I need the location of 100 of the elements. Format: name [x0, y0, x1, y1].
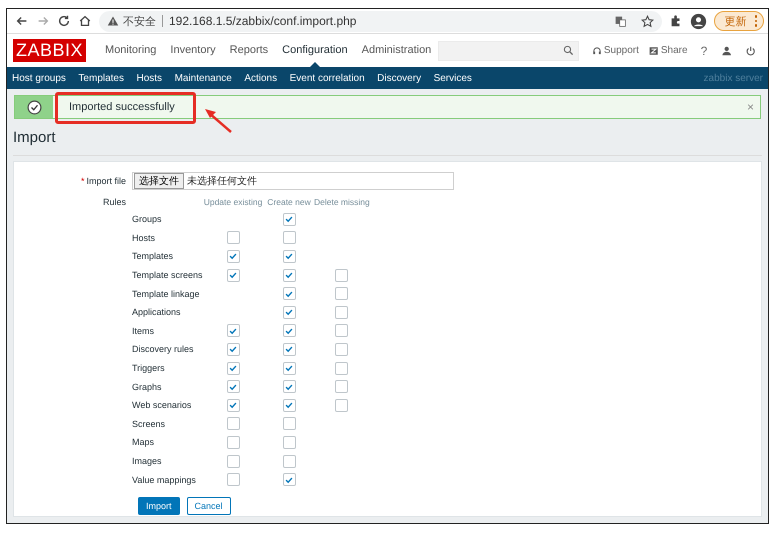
- checkbox[interactable]: [334, 287, 348, 300]
- check-icon: [228, 344, 238, 354]
- message-text: Imported successfully: [69, 101, 175, 113]
- import-button[interactable]: Import: [138, 496, 180, 515]
- share-icon: [648, 46, 659, 56]
- checkbox[interactable]: [226, 250, 240, 263]
- check-icon: [228, 251, 238, 262]
- user-icon[interactable]: [721, 44, 733, 56]
- field-label: Rules: [102, 197, 126, 207]
- checkbox[interactable]: [282, 436, 296, 449]
- check-icon: [228, 363, 238, 374]
- check-icon: [284, 363, 294, 374]
- checkbox[interactable]: [334, 362, 348, 375]
- checkbox[interactable]: [334, 342, 348, 356]
- checkbox[interactable]: [334, 268, 348, 282]
- checkbox[interactable]: [282, 324, 296, 338]
- rule-label: Applications: [132, 307, 182, 318]
- checkbox[interactable]: [334, 398, 348, 412]
- rule-label: Items: [132, 326, 156, 336]
- rule-label: Groups: [132, 214, 163, 224]
- checkbox[interactable]: [334, 306, 348, 319]
- check-icon: [284, 400, 294, 410]
- submenu-item[interactable]: Discovery: [377, 72, 422, 84]
- submenu-item[interactable]: Templates: [78, 72, 124, 84]
- check-icon: [284, 307, 294, 318]
- check-icon: [284, 344, 294, 354]
- logo[interactable]: ZABBIX: [13, 39, 86, 62]
- update-button[interactable]: 更新: [714, 11, 764, 31]
- checkbox[interactable]: [282, 398, 296, 412]
- checkbox[interactable]: [282, 362, 296, 375]
- check-icon: [228, 400, 238, 410]
- rule-label: Triggers: [132, 363, 166, 374]
- menu-tab[interactable]: Inventory: [170, 34, 216, 67]
- rule-label: Hosts: [132, 232, 156, 243]
- check-icon: [284, 251, 294, 262]
- menu-tab[interactable]: Administration: [362, 34, 432, 67]
- rule-label: Template screens: [132, 270, 202, 280]
- column-header: Create new: [266, 197, 312, 207]
- submenu-item[interactable]: Event correlation: [290, 72, 365, 84]
- server-name: zabbix server: [704, 72, 763, 84]
- file-status: 未选择任何文件: [187, 174, 257, 188]
- back-icon[interactable]: [15, 14, 29, 28]
- address-bar[interactable]: 不安全 192.168.1.5/zabbix/conf.import.php: [99, 10, 662, 32]
- rule-label: Discovery rules: [132, 344, 195, 354]
- checkbox[interactable]: [282, 454, 296, 468]
- checkbox[interactable]: [226, 473, 240, 486]
- rule-label: Graphs: [132, 382, 163, 392]
- checkbox[interactable]: [226, 231, 240, 244]
- rule-label: Screens: [132, 418, 166, 429]
- submenu-item[interactable]: Actions: [244, 72, 278, 84]
- submenu-item[interactable]: Host groups: [12, 72, 66, 84]
- checkbox[interactable]: [282, 417, 296, 430]
- checkbox[interactable]: [282, 342, 296, 356]
- checkbox[interactable]: [282, 231, 296, 244]
- checkbox[interactable]: [226, 362, 240, 375]
- checkbox[interactable]: [226, 454, 240, 468]
- translate-icon[interactable]: [614, 14, 626, 28]
- rule-label: Template linkage: [132, 288, 201, 299]
- checkbox[interactable]: [226, 398, 240, 412]
- checkbox[interactable]: [282, 306, 296, 319]
- checkbox[interactable]: [282, 268, 296, 282]
- checkbox[interactable]: [282, 380, 296, 394]
- checkbox[interactable]: [282, 250, 296, 263]
- help-link[interactable]: ?: [700, 44, 708, 58]
- checkbox[interactable]: [226, 324, 240, 338]
- headset-icon: [592, 46, 602, 56]
- submenu-item[interactable]: Hosts: [136, 72, 162, 84]
- checkbox[interactable]: [282, 287, 296, 300]
- support-link[interactable]: Support: [592, 45, 639, 56]
- checkbox[interactable]: [226, 436, 240, 449]
- choose-file-button[interactable]: 选择文件: [134, 173, 184, 189]
- checkbox[interactable]: [226, 417, 240, 430]
- checkbox[interactable]: [226, 380, 240, 394]
- submenu-item[interactable]: Services: [434, 72, 472, 84]
- arrow-drawing: [203, 108, 233, 134]
- rule-label: Templates: [132, 251, 174, 262]
- menu-tab[interactable]: Configuration: [282, 34, 348, 67]
- rule-label: Value mappings: [132, 474, 197, 485]
- cancel-button[interactable]: Cancel: [186, 496, 231, 515]
- home-icon[interactable]: [78, 14, 92, 28]
- share-link[interactable]: Share: [648, 45, 688, 56]
- checkbox[interactable]: [282, 212, 296, 226]
- checkbox[interactable]: [334, 380, 348, 394]
- profile-icon[interactable]: [690, 12, 706, 30]
- menu-tab[interactable]: Monitoring: [105, 34, 156, 67]
- search-field[interactable]: [438, 40, 579, 60]
- power-icon[interactable]: [744, 44, 756, 56]
- checkbox[interactable]: [282, 473, 296, 486]
- checkbox[interactable]: [226, 342, 240, 356]
- submenu-item[interactable]: Maintenance: [174, 72, 232, 84]
- checkbox[interactable]: [226, 268, 240, 282]
- page-title: Import: [13, 129, 762, 156]
- required-mark: *: [80, 176, 84, 186]
- file-field[interactable]: 选择文件 未选择任何文件: [132, 172, 454, 190]
- menu-tab[interactable]: Reports: [230, 34, 268, 67]
- star-icon[interactable]: [640, 14, 654, 28]
- checkbox[interactable]: [334, 324, 348, 338]
- check-icon: [228, 270, 238, 280]
- puzzle-icon[interactable]: [668, 14, 682, 28]
- reload-icon[interactable]: [57, 14, 71, 28]
